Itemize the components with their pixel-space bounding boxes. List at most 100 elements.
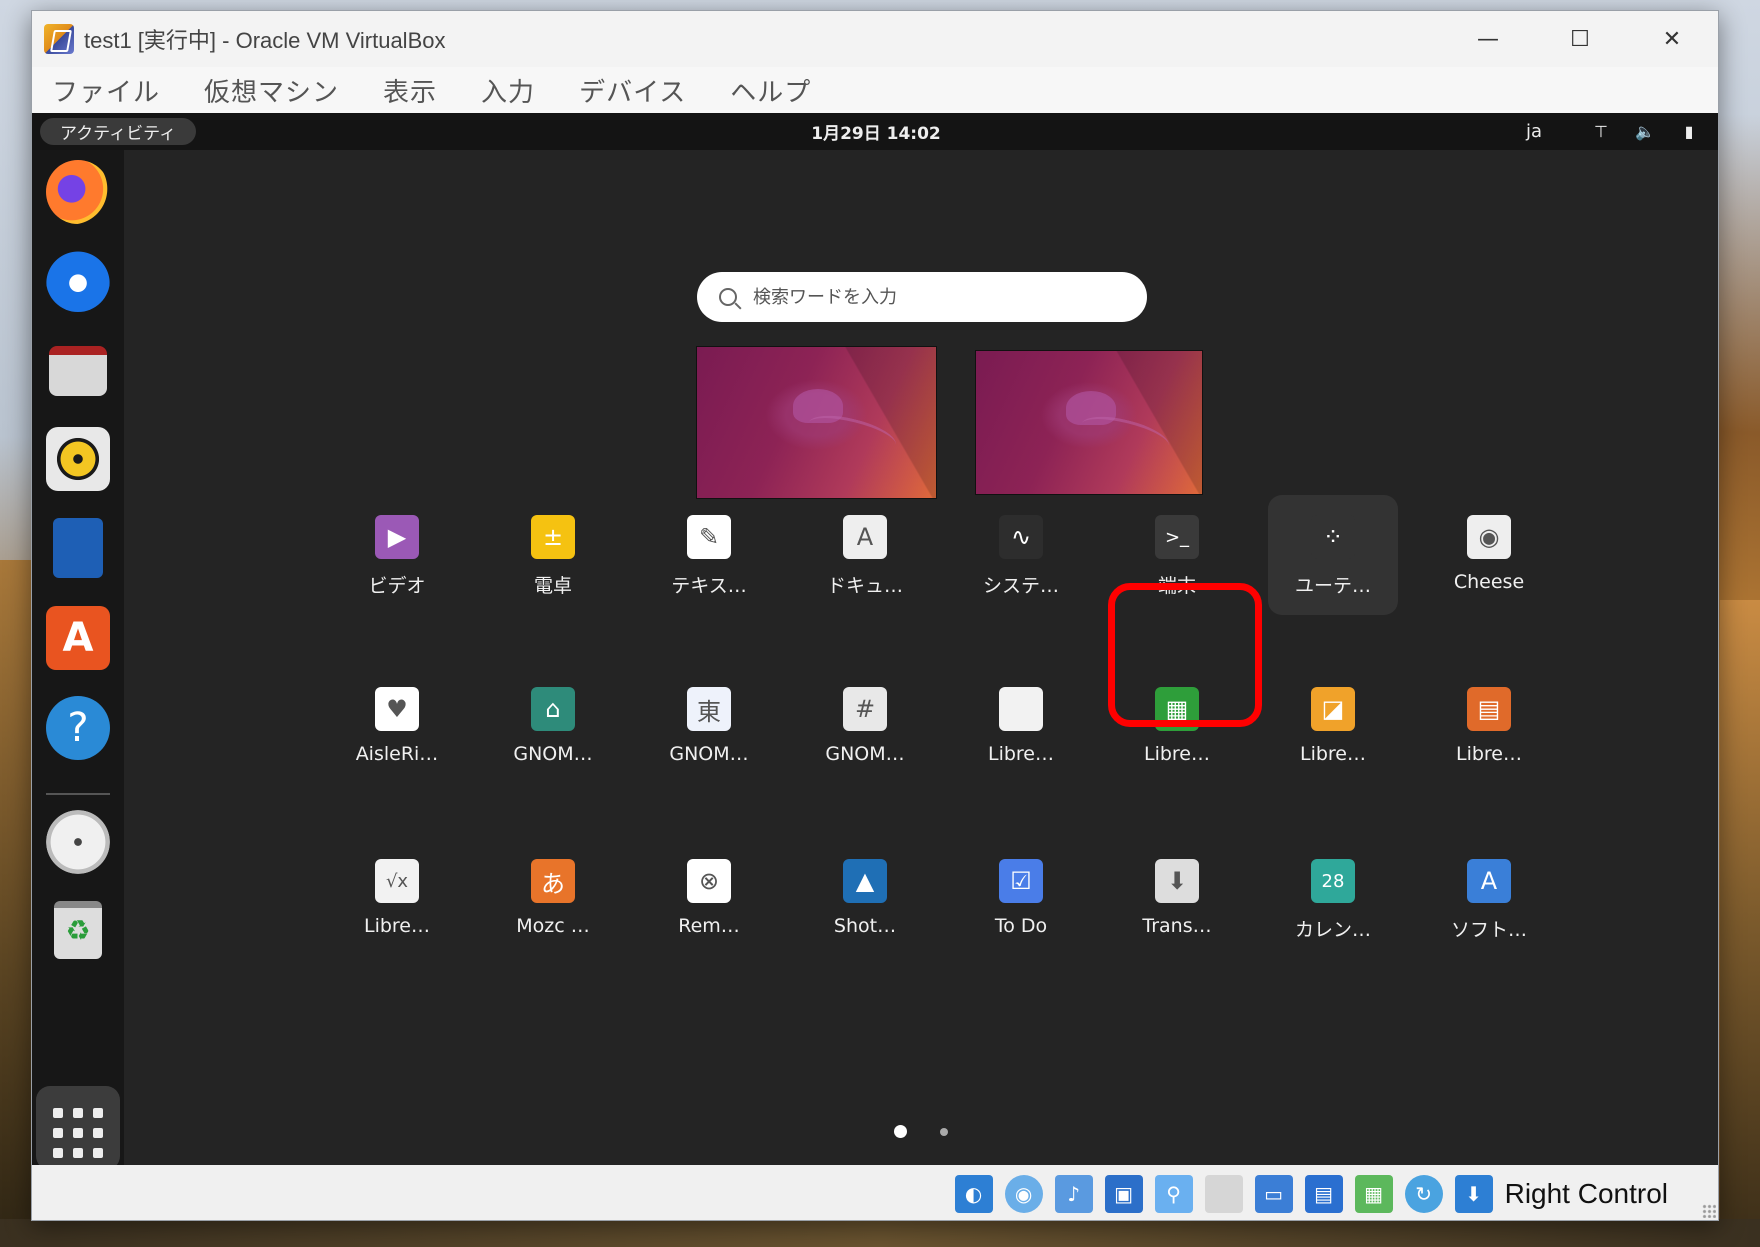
app-label: Trans…: [1142, 915, 1212, 937]
clock[interactable]: 1月29日 14:02: [811, 119, 941, 144]
utilities-folder-icon: ⁘: [1311, 515, 1355, 559]
input-language-indicator[interactable]: ja: [1526, 121, 1542, 142]
libreoffice-math-icon: √x: [375, 859, 419, 903]
app-tile[interactable]: ◪ Libre…: [1268, 667, 1398, 787]
menu-machine[interactable]: 仮想マシン: [204, 72, 339, 109]
disc-icon[interactable]: [46, 810, 110, 874]
page-indicator-2[interactable]: [940, 1128, 948, 1136]
app-tile[interactable]: A ソフト…: [1424, 839, 1554, 959]
optical-drive-icon[interactable]: ◉: [1004, 1174, 1043, 1213]
activities-button[interactable]: アクティビティ: [40, 118, 197, 145]
todo-icon: ☑: [999, 859, 1043, 903]
menu-devices[interactable]: デバイス: [579, 72, 686, 109]
app-label: To Do: [994, 915, 1048, 937]
app-tile[interactable]: ⬇ Trans…: [1112, 839, 1242, 959]
virtualbox-app-icon: [44, 24, 74, 54]
app-tile[interactable]: A ドキュ…: [800, 495, 930, 615]
audio-icon[interactable]: ♪: [1054, 1174, 1093, 1213]
host-key-label: Right Control: [1504, 1177, 1668, 1209]
battery-icon[interactable]: ▮: [1678, 122, 1700, 141]
display-icon[interactable]: ▭: [1254, 1174, 1293, 1213]
usb-icon[interactable]: ⚲: [1154, 1174, 1193, 1213]
volume-icon[interactable]: 🔈: [1634, 122, 1656, 141]
writer-launcher[interactable]: [46, 516, 110, 580]
rhythmbox-icon[interactable]: [46, 427, 110, 491]
window-controls: — ☐ ✕: [1442, 11, 1718, 67]
libreoffice-icon: [999, 687, 1043, 731]
menu-help[interactable]: ヘルプ: [730, 72, 811, 109]
app-tile[interactable]: ∿ システ…: [956, 495, 1086, 615]
search-icon: [719, 288, 737, 306]
app-label: テキス…: [671, 575, 747, 597]
menu-input[interactable]: 入力: [481, 72, 535, 109]
keyboard-capture-icon[interactable]: ⬇: [1454, 1174, 1493, 1213]
app-label: ビデオ: [368, 575, 426, 597]
system-monitor-icon: ∿: [999, 515, 1043, 559]
gnome-mahjongg-tile-icon: 東: [687, 687, 731, 731]
app-tile[interactable]: ✎ テキス…: [644, 495, 774, 615]
app-label: ユーテ…: [1294, 575, 1371, 597]
app-tile[interactable]: ☑ To Do: [956, 839, 1086, 959]
app-tile[interactable]: ⌂ GNOM…: [488, 667, 618, 787]
app-label: Shot…: [833, 915, 897, 937]
text-editor-icon: ✎: [687, 515, 731, 559]
app-tile[interactable]: ▶ ビデオ: [332, 495, 462, 615]
app-tile[interactable]: ▤ Libre…: [1424, 667, 1554, 787]
app-tile[interactable]: # GNOM…: [800, 667, 930, 787]
cheese-icon: ◉: [1467, 515, 1511, 559]
menu-file[interactable]: ファイル: [52, 72, 160, 109]
app-tile[interactable]: 28 カレン…: [1268, 839, 1398, 959]
window-title: test1 [実行中] - Oracle VM VirtualBox: [84, 28, 446, 53]
workspace-thumbnail-2[interactable]: [975, 350, 1203, 495]
hard-disk-icon[interactable]: ◐: [954, 1174, 993, 1213]
app-label: Cheese: [1453, 571, 1525, 593]
minimize-button[interactable]: —: [1442, 11, 1534, 67]
app-label: Mozc …: [516, 915, 590, 937]
app-label: システ…: [982, 575, 1059, 597]
app-tile[interactable]: ◉ Cheese: [1424, 495, 1554, 615]
help-icon[interactable]: ?: [46, 696, 110, 760]
app-tile[interactable]: ⁘ ユーテ…: [1268, 495, 1398, 615]
remmina-icon: ⊗: [687, 859, 731, 903]
app-tile[interactable]: ▲ Shot…: [800, 839, 930, 959]
trash-launcher[interactable]: ♻: [46, 898, 110, 962]
thunderbird-icon[interactable]: [46, 248, 110, 312]
cpu-icon[interactable]: ↻: [1404, 1174, 1443, 1213]
files-launcher[interactable]: [46, 336, 110, 400]
calendar-icon: 28: [1311, 859, 1355, 903]
libreoffice-draw-icon: ◪: [1311, 687, 1355, 731]
app-tile[interactable]: ♥ AisleRi…: [332, 667, 462, 787]
page-indicator-1[interactable]: [894, 1125, 907, 1138]
search-field[interactable]: [697, 272, 1147, 322]
video-icon: ▶: [375, 515, 419, 559]
show-apps-icon[interactable]: [36, 1086, 120, 1165]
app-tile[interactable]: あ Mozc …: [488, 839, 618, 959]
ubuntu-software-icon[interactable]: A: [46, 606, 110, 670]
app-tile[interactable]: ⊗ Rem…: [644, 839, 774, 959]
recording-icon[interactable]: ▦: [1354, 1174, 1393, 1213]
network-icon[interactable]: ⊤: [1590, 122, 1612, 141]
title-bar: test1 [実行中] - Oracle VM VirtualBox — ☐ ✕: [32, 11, 1718, 67]
app-tile[interactable]: ± 電卓: [488, 495, 618, 615]
close-button[interactable]: ✕: [1626, 11, 1718, 67]
snapshot-icon[interactable]: ▤: [1304, 1174, 1343, 1213]
app-label: Libre…: [363, 915, 430, 937]
calculator-icon: ±: [531, 515, 575, 559]
app-label: ソフト…: [1450, 919, 1527, 941]
gnome-top-bar: アクティビティ 1月29日 14:02 ja ⊤ 🔈 ▮: [32, 113, 1718, 150]
menu-view[interactable]: 表示: [383, 72, 437, 109]
maximize-button[interactable]: ☐: [1534, 11, 1626, 67]
app-tile[interactable]: 東 GNOM…: [644, 667, 774, 787]
search-input[interactable]: [753, 286, 1113, 308]
libreoffice-impress-icon: ▤: [1467, 687, 1511, 731]
system-tray[interactable]: ja ⊤ 🔈 ▮: [1526, 121, 1700, 142]
shared-folder-icon[interactable]: [1204, 1174, 1243, 1213]
workspace-thumbnail-1[interactable]: [696, 346, 937, 499]
libreoffice-writer-icon: [53, 518, 103, 578]
resize-grip[interactable]: [1702, 1204, 1716, 1218]
guest-screen[interactable]: アクティビティ 1月29日 14:02 ja ⊤ 🔈 ▮ A ? ♻ 検索ワード…: [32, 113, 1718, 1165]
app-tile[interactable]: √x Libre…: [332, 839, 462, 959]
app-tile[interactable]: Libre…: [956, 667, 1086, 787]
firefox-icon[interactable]: [46, 160, 110, 224]
network-adapter-icon[interactable]: ▣: [1104, 1174, 1143, 1213]
